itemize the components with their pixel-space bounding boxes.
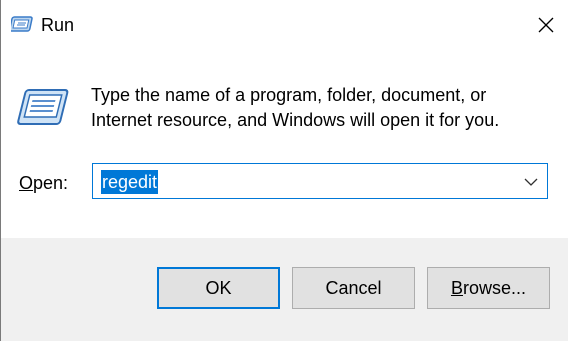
- dialog-footer: OK Cancel Browse...: [1, 238, 568, 341]
- title-bar[interactable]: Run: [1, 0, 568, 50]
- close-icon: [538, 17, 554, 33]
- open-label: Open:: [19, 172, 68, 194]
- ok-button[interactable]: OK: [157, 267, 280, 309]
- open-input[interactable]: regedit: [101, 170, 159, 194]
- window-title: Run: [41, 15, 75, 35]
- open-combobox[interactable]: regedit: [92, 163, 548, 199]
- dialog-description: Type the name of a program, folder, docu…: [91, 83, 561, 133]
- chevron-down-icon: [524, 178, 538, 186]
- description-line-1: Type the name of a program, folder, docu…: [91, 85, 487, 105]
- close-button[interactable]: [523, 0, 568, 50]
- dialog-content: Type the name of a program, folder, docu…: [1, 50, 568, 238]
- run-icon: [15, 86, 69, 130]
- browse-accel: B: [450, 277, 463, 298]
- open-label-accel: O: [19, 173, 34, 193]
- browse-button[interactable]: Browse...: [427, 267, 550, 309]
- cancel-button[interactable]: Cancel: [292, 267, 415, 309]
- dropdown-button[interactable]: [521, 172, 541, 192]
- run-icon: [9, 14, 35, 34]
- browse-rest: rowse...: [462, 277, 527, 298]
- run-dialog: Run Type the name of a program, folder, …: [0, 0, 568, 341]
- description-line-2: Internet resource, and Windows will open…: [91, 110, 500, 130]
- open-label-rest: pen:: [33, 173, 69, 193]
